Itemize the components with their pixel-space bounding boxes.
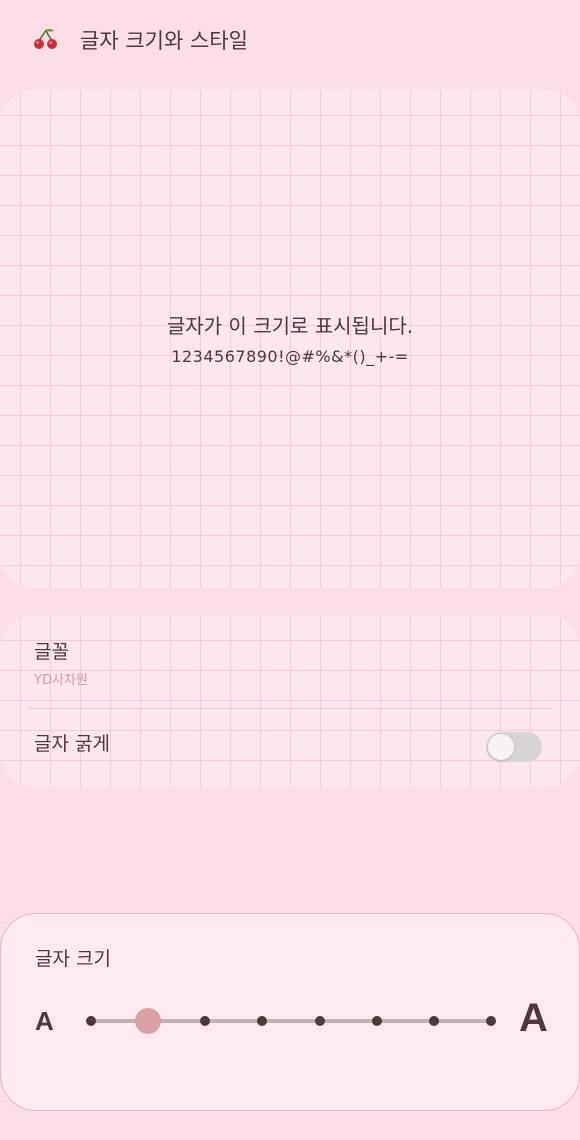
font-size-panel: 글자 크기 A A xyxy=(0,913,580,1111)
preview-text: 글자가 이 크기로 표시됩니다. xyxy=(166,314,414,338)
bold-label: 글자 굵게 xyxy=(34,733,110,755)
font-setting-row[interactable]: 글꼴 YD사차원 xyxy=(0,615,580,707)
slider-tick[interactable] xyxy=(257,1016,268,1026)
app-header: 글자 크기와 스타일 xyxy=(0,0,580,84)
large-a-label: A xyxy=(519,996,548,1040)
font-label: 글꼴 xyxy=(34,641,69,663)
preview-sample-text: 1234567890!@#%&*()_+-= xyxy=(171,347,409,366)
bold-toggle[interactable] xyxy=(486,732,542,762)
slider-tick[interactable] xyxy=(486,1016,496,1026)
font-size-title: 글자 크기 xyxy=(35,948,111,970)
bold-setting-row[interactable]: 글자 굵게 xyxy=(0,709,580,787)
font-value: YD사차원 xyxy=(34,673,88,688)
slider-tick[interactable] xyxy=(314,1016,325,1026)
cherry-icon[interactable] xyxy=(32,26,60,54)
toggle-knob xyxy=(488,734,514,760)
page-title: 글자 크기와 스타일 xyxy=(80,29,248,53)
slider-tick[interactable] xyxy=(200,1016,211,1026)
slider-tick[interactable] xyxy=(86,1016,96,1026)
small-a-label: A xyxy=(35,1006,54,1036)
slider-tick[interactable] xyxy=(371,1016,382,1026)
preview-card: 글자가 이 크기로 표시됩니다. 1234567890!@#%&*()_+-= xyxy=(0,90,580,588)
slider-tick[interactable] xyxy=(428,1016,439,1026)
slider-thumb[interactable] xyxy=(135,1008,162,1034)
settings-card: 글꼴 YD사차원 글자 굵게 xyxy=(0,615,580,787)
